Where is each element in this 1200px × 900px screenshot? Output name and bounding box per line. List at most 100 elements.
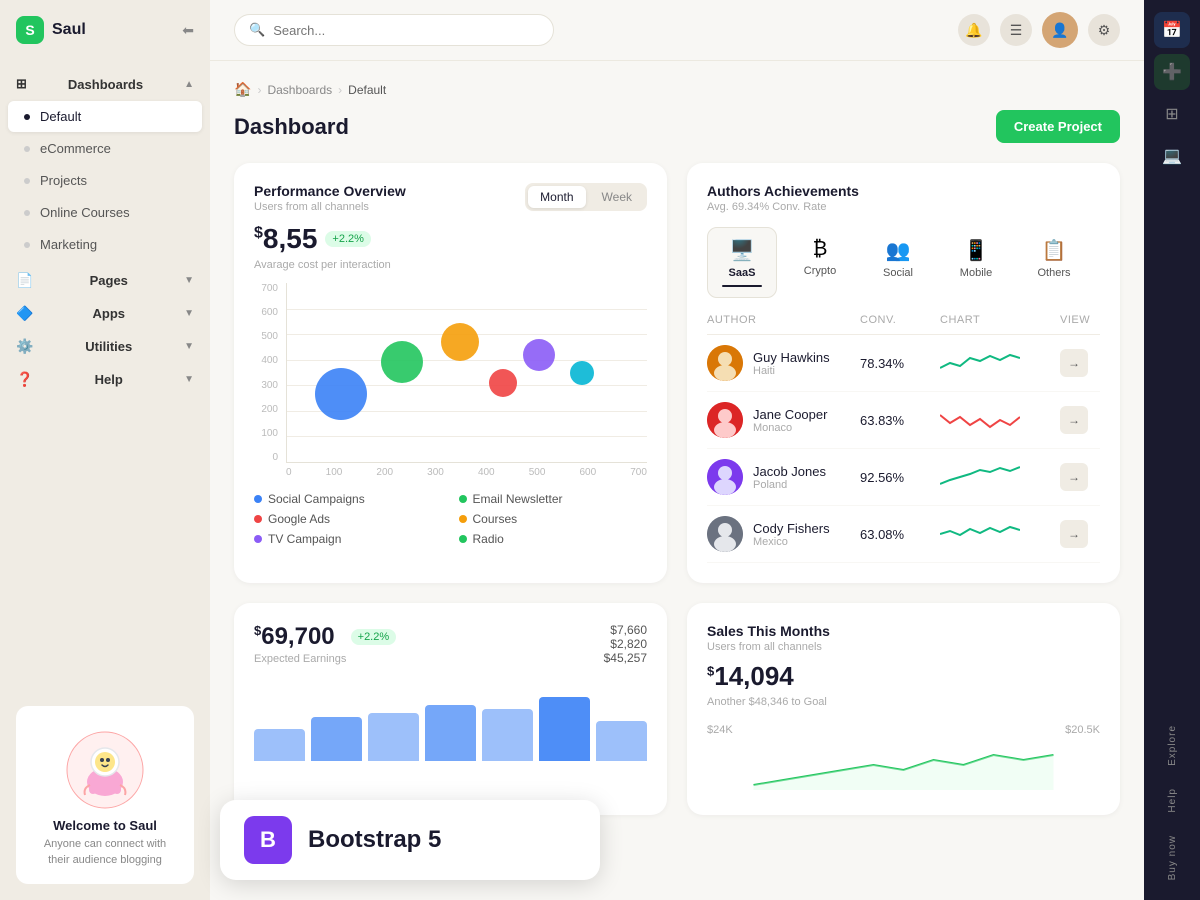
view-btn-2[interactable]: → — [1060, 463, 1088, 491]
sidebar-item-default[interactable]: Default — [8, 101, 202, 132]
search-input[interactable] — [273, 23, 539, 38]
authors-card: Authors Achievements Avg. 69.34% Conv. R… — [687, 163, 1120, 583]
search-icon: 🔍 — [249, 22, 265, 38]
authors-table-header: AUTHOR CONV. CHART VIEW — [707, 314, 1100, 335]
legend-google-ads: Google Ads — [254, 512, 443, 526]
utilities-icon: ⚙️ — [16, 338, 33, 355]
tab-week[interactable]: Week — [590, 186, 644, 208]
bubble-chart-container: 700 600 500 400 300 200 100 0 — [254, 283, 647, 478]
sidebar-item-ecommerce[interactable]: eCommerce — [8, 133, 202, 164]
tab-crypto[interactable]: ₿ Crypto — [785, 227, 855, 298]
bubble-google-ads — [489, 369, 517, 397]
legend-radio: Radio — [459, 532, 648, 546]
tab-social[interactable]: 👥 Social — [863, 227, 933, 298]
sidebar-header: S Saul ⬅ — [0, 0, 210, 60]
chevron-icon: ▼ — [184, 308, 194, 319]
menu-icon-btn[interactable]: ☰ — [1000, 14, 1032, 46]
avatar-1 — [707, 402, 743, 438]
nav-group-header-help[interactable]: ❓ Help ▼ — [0, 363, 210, 396]
nav-group-dashboards: ⊞ Dashboards ▲ Default eCommerce Project… — [0, 68, 210, 260]
mobile-icon: 📱 — [964, 238, 989, 263]
welcome-desc: Anyone can connect with their audience b… — [32, 837, 178, 868]
calendar-icon-btn[interactable]: 📅 — [1154, 12, 1190, 48]
chevron-icon: ▲ — [184, 79, 194, 90]
sales-chart — [707, 740, 1100, 790]
chevron-icon: ▼ — [184, 275, 194, 286]
performance-title: Performance Overview — [254, 183, 406, 199]
sidebar-item-marketing[interactable]: Marketing — [8, 229, 202, 260]
tab-month[interactable]: Month — [528, 186, 585, 208]
dot — [24, 242, 30, 248]
sidebar-item-projects[interactable]: Projects — [8, 165, 202, 196]
tab-mobile[interactable]: 📱 Mobile — [941, 227, 1011, 298]
earnings-label: Expected Earnings — [254, 653, 396, 665]
page-title: Dashboard — [234, 114, 349, 140]
bootstrap-overlay: B Bootstrap 5 — [220, 800, 600, 880]
author-row-1: Jane Cooper Monaco 63.83% → — [707, 392, 1100, 449]
tab-saas[interactable]: 🖥️ SaaS — [707, 227, 777, 298]
nav-group-header-utilities[interactable]: ⚙️ Utilities ▼ — [0, 330, 210, 363]
sparkline-3 — [940, 519, 1020, 549]
breadcrumb-current: Default — [348, 83, 386, 97]
buy-now-label[interactable]: Buy now — [1167, 827, 1178, 888]
nav-group-icon: ⊞ — [16, 76, 27, 92]
create-project-button[interactable]: Create Project — [996, 110, 1120, 143]
dot — [24, 178, 30, 184]
view-btn-0[interactable]: → — [1060, 349, 1088, 377]
back-icon[interactable]: ⬅ — [182, 22, 194, 39]
view-btn-1[interactable]: → — [1060, 406, 1088, 434]
crypto-icon: ₿ — [813, 238, 828, 261]
bubble-courses — [441, 323, 479, 361]
explore-label[interactable]: Explore — [1167, 717, 1178, 774]
avatar-0 — [707, 345, 743, 381]
earnings-badge: +2.2% — [351, 629, 397, 645]
authors-title: Authors Achievements — [707, 183, 859, 199]
bubble-radio — [570, 361, 594, 385]
view-btn-3[interactable]: → — [1060, 520, 1088, 548]
breadcrumb-dashboards[interactable]: Dashboards — [267, 83, 332, 97]
stats-row: $69,700 +2.2% Expected Earnings $7,660 $… — [234, 603, 1120, 815]
saas-icon: 🖥️ — [730, 238, 755, 263]
pages-icon: 📄 — [16, 272, 33, 289]
earnings-card: $69,700 +2.2% Expected Earnings $7,660 $… — [234, 603, 667, 815]
user-avatar[interactable]: 👤 — [1042, 12, 1078, 48]
breadcrumb-home-icon: 🏠 — [234, 81, 251, 98]
chart-legend: Social Campaigns Email Newsletter Google… — [254, 492, 647, 546]
app-name: Saul — [52, 21, 86, 39]
nav-group-header-apps[interactable]: 🔷 Apps ▼ — [0, 297, 210, 330]
author-row-2: Jacob Jones Poland 92.56% → — [707, 449, 1100, 506]
earnings-bar-chart — [254, 681, 647, 761]
help-label[interactable]: Help — [1167, 780, 1178, 821]
sales-title: Sales This Months — [707, 623, 1100, 639]
settings-icon-btn-2[interactable]: ⊞ — [1154, 96, 1190, 132]
chevron-icon: ▼ — [184, 374, 194, 385]
performance-badge: +2.2% — [325, 231, 371, 247]
legend-courses: Courses — [459, 512, 648, 526]
avatar-2 — [707, 459, 743, 495]
social-icon: 👥 — [886, 238, 911, 263]
add-icon-btn[interactable]: ➕ — [1154, 54, 1190, 90]
nav-group-header-dashboards[interactable]: ⊞ Dashboards ▲ — [0, 68, 210, 100]
author-row-3: Cody Fishers Mexico 63.08% → — [707, 506, 1100, 563]
bootstrap-icon: B — [244, 816, 292, 864]
legend-tv-campaign: TV Campaign — [254, 532, 443, 546]
performance-tab-group: Month Week — [525, 183, 647, 211]
help-icon: ❓ — [16, 371, 33, 388]
authors-card-header: Authors Achievements Avg. 69.34% Conv. R… — [707, 183, 1100, 213]
tab-others[interactable]: 📋 Others — [1019, 227, 1089, 298]
settings-icon-btn[interactable]: ⚙ — [1088, 14, 1120, 46]
bubble-chart — [286, 283, 647, 463]
performance-subtitle: Users from all channels — [254, 201, 406, 213]
dot — [24, 210, 30, 216]
bubble-tv — [523, 339, 555, 371]
code-icon-btn[interactable]: 💻 — [1154, 138, 1190, 174]
dot — [24, 146, 30, 152]
bubble-social — [315, 368, 367, 420]
apps-icon: 🔷 — [16, 305, 33, 322]
sidebar-item-online-courses[interactable]: Online Courses — [8, 197, 202, 228]
earnings-number: $69,700 — [254, 623, 335, 651]
nav-group-header-pages[interactable]: 📄 Pages ▼ — [0, 264, 210, 297]
sales-number: $14,094 — [707, 661, 794, 692]
sparkline-0 — [940, 348, 1020, 378]
notification-icon-btn[interactable]: 🔔 — [958, 14, 990, 46]
